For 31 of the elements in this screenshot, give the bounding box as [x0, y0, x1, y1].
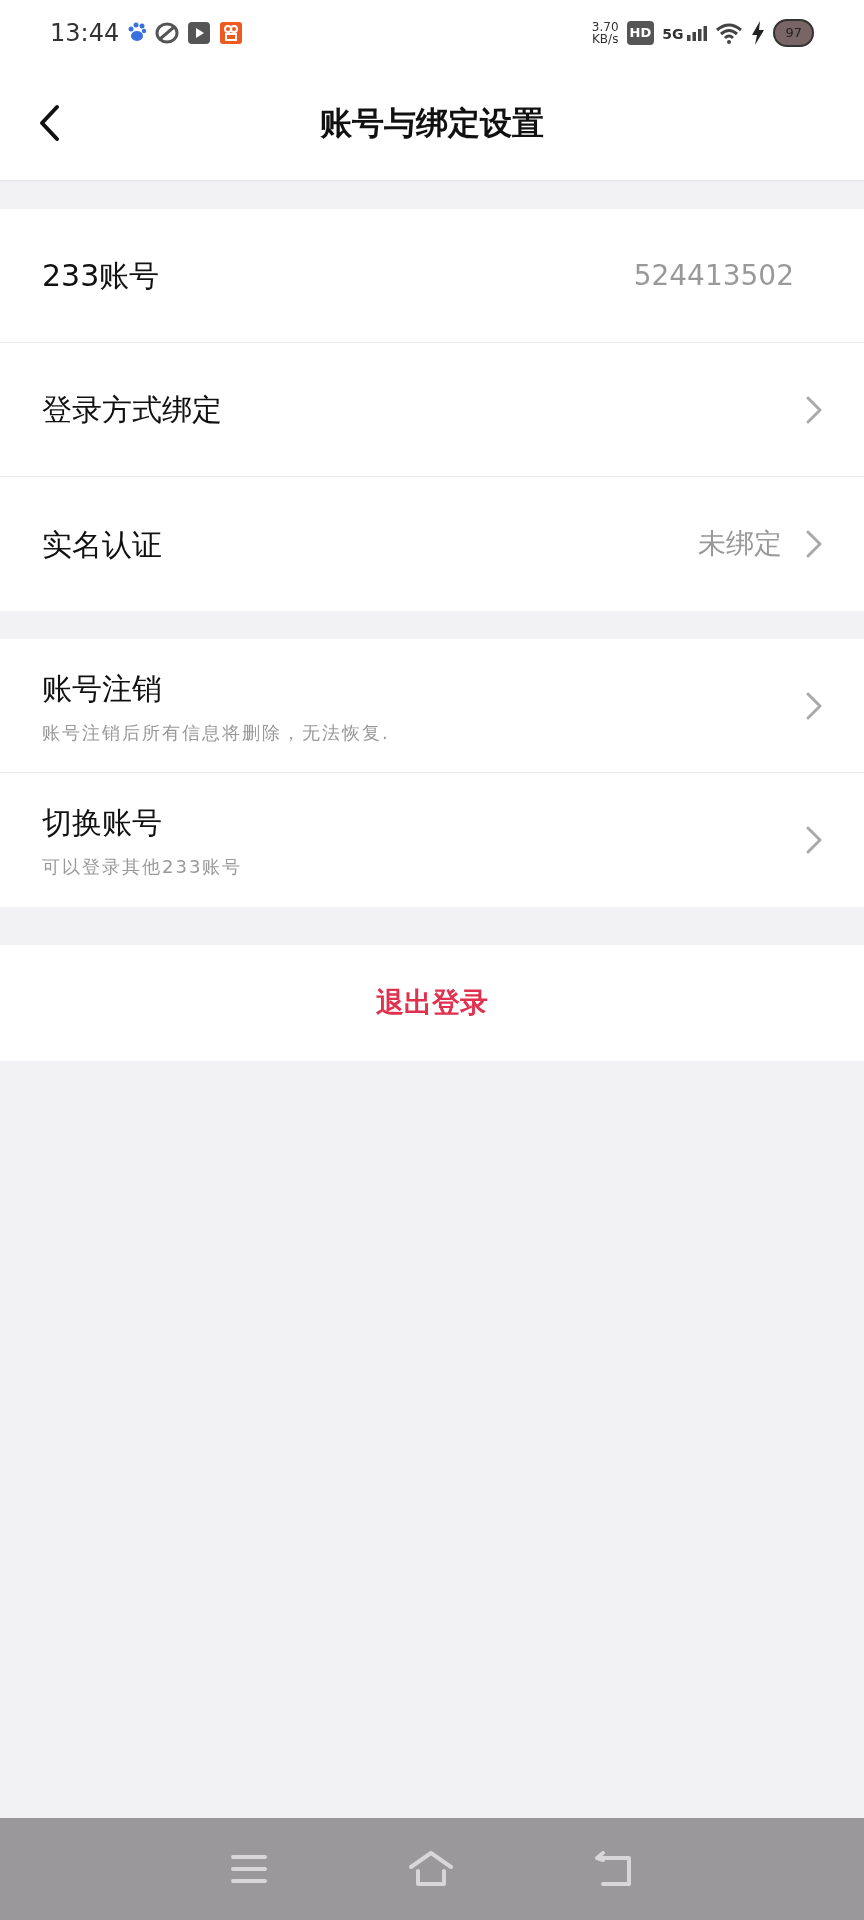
page-title: 账号与绑定设置 — [320, 103, 544, 144]
network-speed-unit: KB/s — [591, 33, 619, 45]
settings-row[interactable]: 实名认证 未绑定 — [0, 477, 864, 611]
row-label: 登录方式绑定 — [42, 391, 222, 429]
row-value: 524413502 — [633, 257, 794, 294]
logout-button[interactable]: 退出登录 — [0, 945, 864, 1061]
hd-indicator: HD — [626, 21, 655, 45]
back-nav-icon[interactable] — [594, 1851, 634, 1887]
settings-row[interactable]: 切换账号 可以登录其他233账号 — [0, 773, 864, 907]
video-app-icon — [219, 21, 244, 45]
battery-indicator: 97 — [773, 19, 814, 47]
row-label: 实名认证 — [42, 525, 162, 564]
settings-row[interactable]: 233账号 524413502 — [0, 209, 864, 343]
network-type: 5G — [662, 27, 684, 41]
settings-row[interactable]: 登录方式绑定 — [0, 343, 864, 477]
charging-icon — [751, 21, 766, 45]
row-label: 账号注销 — [42, 669, 163, 708]
play-icon — [187, 21, 212, 45]
row-description: 账号注销后所有信息将删除，无法恢复. — [42, 720, 390, 745]
row-value: 未绑定 — [698, 526, 782, 562]
row-label: 233账号 — [42, 257, 160, 295]
row-label: 切换账号 — [42, 804, 163, 842]
menu-icon[interactable] — [230, 1853, 268, 1885]
settings-row[interactable]: 账号注销 账号注销后所有信息将删除，无法恢复. — [0, 639, 864, 773]
row-description: 可以登录其他233账号 — [42, 855, 243, 879]
wifi-icon — [715, 22, 744, 44]
network-speed: 3.70 — [591, 21, 619, 33]
home-icon[interactable] — [408, 1851, 454, 1887]
status-time: 13:44 — [50, 18, 120, 49]
back-icon[interactable] — [38, 104, 60, 142]
signal-icon — [687, 25, 708, 41]
